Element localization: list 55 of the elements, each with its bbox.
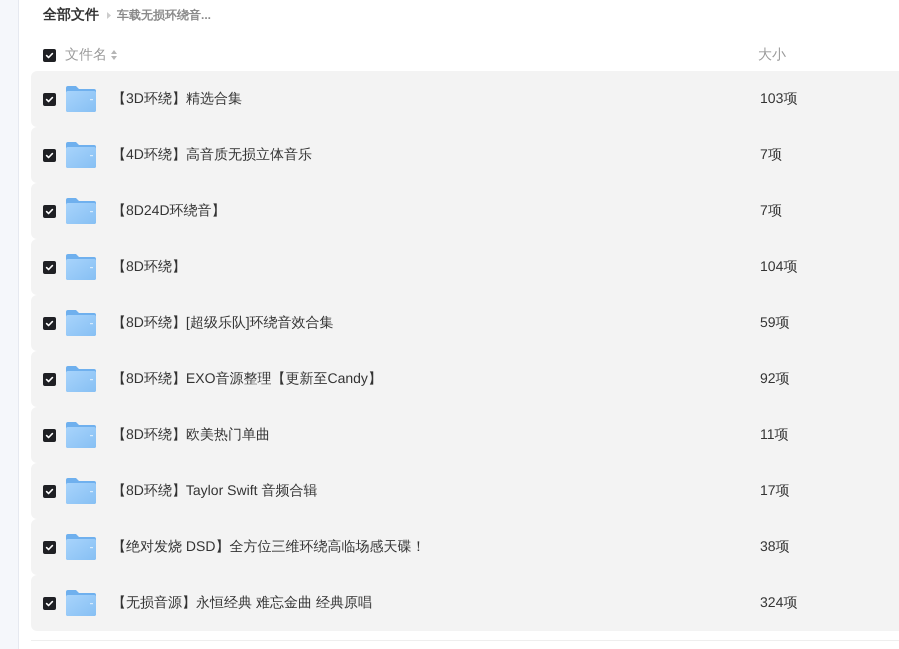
item-count: 7项 [760,202,783,220]
folder-icon [66,198,96,224]
file-name[interactable]: 【8D环绕】Taylor Swift 音频合辑 [112,482,760,500]
file-name[interactable]: 【绝对发烧 DSD】全方位三维环绕高临场感天碟！ [112,538,760,556]
item-count: 92项 [760,370,791,388]
breadcrumb-link[interactable]: 全部文件 [43,6,99,24]
row-checkbox[interactable] [43,372,56,386]
row-checkbox[interactable] [43,540,56,554]
folder-icon [66,310,96,336]
folder-icon [66,86,96,112]
item-count: 104项 [760,258,798,276]
file-name[interactable]: 【8D环绕】EXO音源整理【更新至Candy】 [112,370,760,388]
breadcrumb-current: 车载无损环绕音... [117,6,212,24]
item-count: 17项 [760,482,791,500]
item-count: 38项 [760,538,791,556]
folder-icon [66,366,96,392]
row-checkbox[interactable] [43,428,56,442]
folder-icon [66,142,96,168]
folder-icon [66,254,96,280]
file-row[interactable]: 【绝对发烧 DSD】全方位三维环绕高临场感天碟！ 38项 [31,519,899,575]
select-all-checkbox[interactable] [43,48,56,62]
row-checkbox[interactable] [43,596,56,610]
row-checkbox[interactable] [43,148,56,162]
column-header: 大小 [758,46,786,64]
file-row[interactable]: 【8D环绕】[超级乐队]环绕音效合集 59项 [31,295,899,351]
file-name[interactable]: 【3D环绕】精选合集 [112,90,760,108]
file-row[interactable]: 【8D环绕】EXO音源整理【更新至Candy】 92项 [31,351,899,407]
item-count: 103项 [760,90,798,108]
row-checkbox[interactable] [43,316,56,330]
row-checkbox[interactable] [43,204,56,218]
row-checkbox[interactable] [43,484,56,498]
folder-icon [66,534,96,560]
file-row[interactable]: 【8D环绕】欧美热门单曲 11项 [31,407,899,463]
file-row[interactable]: 【3D环绕】精选合集 103项 [31,71,899,127]
file-row[interactable]: 【4D环绕】高音质无损立体音乐 7项 [31,127,899,183]
file-name[interactable]: 【8D24D环绕音】 [112,202,760,220]
breadcrumb-separator-icon [107,12,111,18]
file-row[interactable]: 【无损音源】永恒经典 难忘金曲 经典原唱 324项 [31,575,899,631]
file-row[interactable]: 【8D环绕】Taylor Swift 音频合辑 17项 [31,463,899,519]
file-row[interactable]: 【8D24D环绕音】 7项 [31,183,899,239]
row-checkbox[interactable] [43,92,56,106]
item-count: 7项 [760,146,783,164]
file-name[interactable]: 【8D环绕】 [112,258,760,276]
file-name[interactable]: 【无损音源】永恒经典 难忘金曲 经典原唱 [112,594,760,612]
file-name[interactable]: 【8D环绕】[超级乐队]环绕音效合集 [112,314,760,332]
row-checkbox[interactable] [43,260,56,274]
folder-icon [66,422,96,448]
file-row[interactable]: 【8D环绕】 104项 [31,239,899,295]
file-name[interactable]: 【4D环绕】高音质无损立体音乐 [112,146,760,164]
folder-icon [66,478,96,504]
item-count: 11项 [760,426,790,444]
file-name[interactable]: 【8D环绕】欧美热门单曲 [112,426,760,444]
item-count: 59项 [760,314,791,332]
item-count: 324项 [760,594,798,612]
folder-icon [66,590,96,616]
